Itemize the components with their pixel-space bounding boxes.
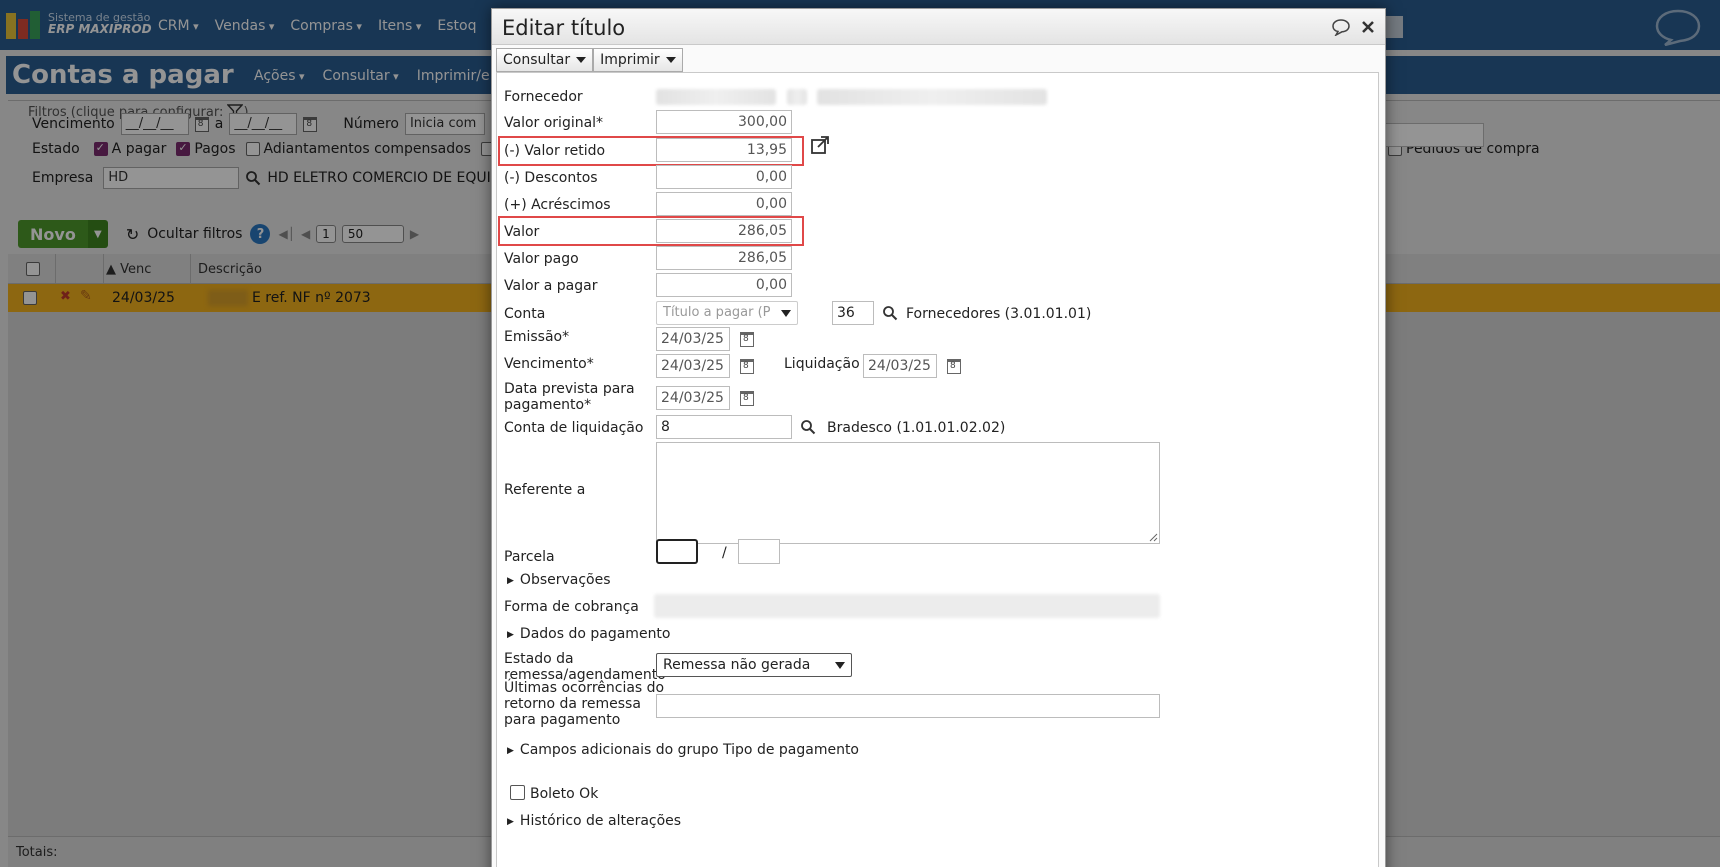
historico-toggle[interactable]: Histórico de alterações (507, 813, 681, 829)
boleto-ok-label: Boleto Ok (530, 786, 599, 802)
conta-liquidacao-label: Conta de liquidação (504, 420, 644, 436)
emissao-label: Emissão* (504, 329, 570, 345)
data-prevista-input[interactable]: 24/03/25 (656, 386, 730, 410)
parcela-number-input[interactable] (656, 539, 698, 564)
conta-code-input[interactable]: 36 (832, 301, 874, 325)
valor-pago-label: Valor pago (504, 251, 579, 267)
observacoes-toggle[interactable]: Observações (507, 572, 611, 588)
emissao-input[interactable]: 24/03/25 (656, 327, 730, 351)
dialog-menu-imprimir-label: Imprimir (600, 52, 660, 68)
search-icon[interactable] (882, 305, 898, 321)
boleto-ok-checkbox[interactable] (510, 785, 525, 800)
valor-original-label: Valor original* (504, 115, 604, 131)
dialog-menu-consultar-label: Consultar (503, 52, 571, 68)
descontos-input[interactable]: 0,00 (656, 165, 792, 189)
dialog-menubar: Consultar Imprimir (496, 48, 683, 72)
conta-liquidacao-input[interactable]: 8 (656, 415, 792, 439)
dados-pagamento-toggle[interactable]: Dados do pagamento (507, 626, 671, 642)
dialog-menu-consultar[interactable]: Consultar (496, 48, 594, 72)
conta-label: Conta (504, 306, 546, 322)
parcela-separator: / (722, 545, 727, 561)
referente-textarea[interactable] (656, 442, 1160, 544)
valor-retido-highlight (498, 136, 804, 166)
dialog-titlebar[interactable]: Editar título (492, 9, 1385, 45)
ultimas-label-line2: retorno da remessa (504, 696, 641, 712)
calendar-icon[interactable] (740, 359, 754, 374)
fornecedor-blurred-icon (787, 89, 807, 105)
ultimas-label-line3: para pagamento (504, 712, 621, 728)
close-icon[interactable] (1361, 20, 1375, 34)
data-prevista-label-line1: Data prevista para (504, 381, 635, 397)
dialog-form: Fornecedor Valor original* 300,00 (-) Va… (496, 72, 1379, 867)
conta-description: Fornecedores (3.01.01.01) (906, 306, 1092, 322)
calendar-icon[interactable] (740, 332, 754, 347)
acrescimos-label: (+) Acréscimos (504, 197, 611, 213)
calendar-icon[interactable] (947, 359, 961, 374)
estado-remessa-label: Estado da remessa/agendamento (504, 651, 666, 683)
valor-a-pagar-input[interactable]: 0,00 (656, 273, 792, 297)
edit-title-dialog: Editar título Consultar Imprimir Fornece… (491, 8, 1386, 867)
ultimas-ocorrencias-label: Últimas ocorrências do retorno da remessa… (504, 680, 664, 728)
data-prevista-label-line2: pagamento* (504, 397, 592, 413)
campos-adicionais-toggle[interactable]: Campos adicionais do grupo Tipo de pagam… (507, 742, 859, 758)
valor-a-pagar-label: Valor a pagar (504, 278, 598, 294)
search-icon[interactable] (800, 419, 816, 435)
vencimento-input[interactable]: 24/03/25 (656, 354, 730, 378)
conta-select[interactable]: Título a pagar (P (656, 301, 798, 325)
forma-cobranca-blurred-input[interactable] (654, 594, 1160, 618)
liquidacao-label: Liquidação (784, 356, 860, 372)
dialog-menu-imprimir[interactable]: Imprimir (593, 48, 683, 72)
vencimento-label: Vencimento* (504, 356, 594, 372)
valor-pago-input[interactable]: 286,05 (656, 246, 792, 270)
dialog-title: Editar título (502, 16, 626, 40)
fornecedor-label: Fornecedor (504, 89, 583, 105)
ultimas-label-line1: Últimas ocorrências do (504, 680, 665, 696)
fornecedor-blurred-input[interactable] (656, 89, 776, 105)
valor-original-input[interactable]: 300,00 (656, 110, 792, 134)
forma-cobranca-label: Forma de cobrança (504, 599, 639, 615)
descontos-label: (-) Descontos (504, 170, 598, 186)
data-prevista-label: Data prevista para pagamento* (504, 381, 635, 413)
ultimas-ocorrencias-input[interactable] (656, 694, 1160, 718)
parcela-label: Parcela (504, 549, 555, 565)
comment-icon[interactable] (1331, 18, 1351, 36)
external-link-icon[interactable] (810, 135, 830, 155)
estado-remessa-select[interactable]: Remessa não gerada (656, 653, 852, 677)
calendar-icon[interactable] (740, 391, 754, 406)
acrescimos-input[interactable]: 0,00 (656, 192, 792, 216)
conta-liquidacao-description: Bradesco (1.01.01.02.02) (827, 420, 1006, 436)
liquidacao-input[interactable]: 24/03/25 (863, 354, 937, 378)
fornecedor-blurred-name (817, 89, 1047, 105)
valor-highlight (498, 216, 804, 246)
estado-remessa-label-line1: Estado da (504, 651, 574, 667)
resize-handle-icon[interactable] (1149, 533, 1158, 542)
parcela-total-input[interactable] (738, 539, 780, 564)
referente-label: Referente a (504, 482, 586, 498)
